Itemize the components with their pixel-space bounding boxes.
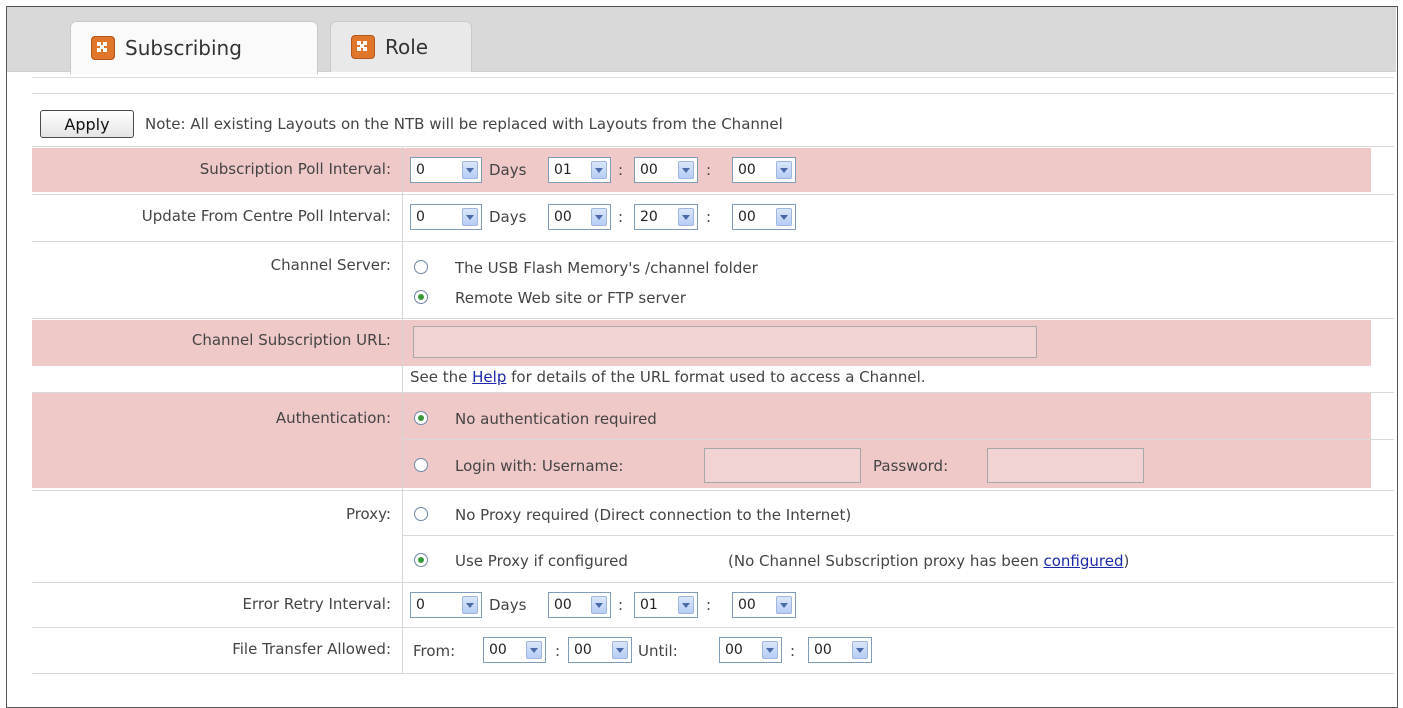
password-input[interactable] <box>987 448 1144 483</box>
column-divider <box>402 147 403 673</box>
row-divider <box>32 490 1394 491</box>
file-transfer-label: File Transfer Allowed: <box>232 640 391 658</box>
login-label: Login with: Username: <box>455 457 624 475</box>
channel-server-remote-label: Remote Web site or FTP server <box>455 289 686 307</box>
app-icon <box>91 36 115 60</box>
row-divider <box>32 93 1394 94</box>
retry-days-select[interactable]: 0 <box>410 592 482 618</box>
chevron-down-icon <box>591 161 607 179</box>
row-divider <box>32 241 1394 242</box>
use-proxy-label: Use Proxy if configured <box>455 552 628 570</box>
tab-label: Subscribing <box>125 36 242 60</box>
channel-server-remote-radio[interactable] <box>414 290 428 304</box>
retry-minutes-select[interactable]: 01 <box>634 592 698 618</box>
chevron-down-icon <box>612 641 628 659</box>
chevron-down-icon <box>591 596 607 614</box>
help-link[interactable]: Help <box>472 368 506 386</box>
until-hours-select[interactable]: 00 <box>719 637 782 663</box>
subscription-days-select[interactable]: 0 <box>410 157 482 183</box>
days-label: Days <box>489 596 527 614</box>
channel-server-label: Channel Server: <box>270 256 391 274</box>
password-label: Password: <box>873 457 949 475</box>
chevron-down-icon <box>852 641 868 659</box>
update-days-select[interactable]: 0 <box>410 204 482 230</box>
retry-seconds-select[interactable]: 00 <box>732 592 796 618</box>
row-divider <box>32 673 1394 674</box>
proxy-note: (No Channel Subscription proxy has been … <box>728 552 1130 570</box>
from-label: From: <box>413 642 456 660</box>
tab-role[interactable]: Role <box>330 21 472 72</box>
row-divider <box>32 194 1394 195</box>
until-label: Until: <box>638 642 678 660</box>
colon-separator: : <box>790 642 796 660</box>
subscription-minutes-select[interactable]: 00 <box>634 157 698 183</box>
no-proxy-radio[interactable] <box>414 507 428 521</box>
subscription-hours-select[interactable]: 01 <box>548 157 611 183</box>
no-auth-label: No authentication required <box>455 410 657 428</box>
update-hours-select[interactable]: 00 <box>548 204 611 230</box>
use-proxy-radio[interactable] <box>414 553 428 567</box>
chevron-down-icon <box>776 161 792 179</box>
row-divider <box>32 146 1394 147</box>
from-minutes-select[interactable]: 00 <box>568 637 632 663</box>
retry-hours-select[interactable]: 00 <box>548 592 611 618</box>
authentication-label: Authentication: <box>275 409 391 427</box>
subscription-poll-label: Subscription Poll Interval: <box>199 160 391 178</box>
row-divider <box>32 582 1394 583</box>
chevron-down-icon <box>776 208 792 226</box>
channel-url-label: Channel Subscription URL: <box>191 331 391 349</box>
subscription-seconds-select[interactable]: 00 <box>732 157 796 183</box>
tab-label: Role <box>385 35 429 59</box>
until-minutes-select[interactable]: 00 <box>808 637 872 663</box>
chevron-down-icon <box>678 596 694 614</box>
no-proxy-label: No Proxy required (Direct connection to … <box>455 506 852 524</box>
error-retry-label: Error Retry Interval: <box>242 595 392 613</box>
channel-url-help-text: See the Help for details of the URL form… <box>410 368 926 386</box>
configured-link[interactable]: configured <box>1043 552 1123 570</box>
no-auth-radio[interactable] <box>414 411 428 425</box>
row-divider <box>32 627 1394 628</box>
update-minutes-select[interactable]: 20 <box>634 204 698 230</box>
colon-separator: : <box>706 596 712 614</box>
update-seconds-select[interactable]: 00 <box>732 204 796 230</box>
chevron-down-icon <box>678 161 694 179</box>
colon-separator: : <box>618 161 624 179</box>
row-divider <box>402 439 1394 440</box>
days-label: Days <box>489 161 527 179</box>
chevron-down-icon <box>462 596 478 614</box>
apply-button[interactable]: Apply <box>40 110 134 138</box>
chevron-down-icon <box>462 208 478 226</box>
colon-separator: : <box>618 596 624 614</box>
chevron-down-icon <box>678 208 694 226</box>
update-poll-label: Update From Centre Poll Interval: <box>141 207 391 225</box>
row-divider <box>402 535 1394 536</box>
chevron-down-icon <box>591 208 607 226</box>
highlight-authentication <box>32 392 1371 488</box>
chevron-down-icon <box>526 641 542 659</box>
app-icon <box>351 35 375 59</box>
chevron-down-icon <box>762 641 778 659</box>
row-divider <box>32 318 1394 319</box>
username-input[interactable] <box>704 448 861 483</box>
channel-server-usb-label: The USB Flash Memory's /channel folder <box>455 259 758 277</box>
channel-url-input[interactable] <box>413 326 1037 358</box>
colon-separator: : <box>706 161 712 179</box>
colon-separator: : <box>618 208 624 226</box>
days-label: Days <box>489 208 527 226</box>
chevron-down-icon <box>462 161 478 179</box>
chevron-down-icon <box>776 596 792 614</box>
channel-server-usb-radio[interactable] <box>414 260 428 274</box>
colon-separator: : <box>555 642 561 660</box>
tab-subscribing[interactable]: Subscribing <box>70 21 318 74</box>
note-text: Note: All existing Layouts on the NTB wi… <box>145 115 783 133</box>
row-divider <box>32 392 1394 393</box>
from-hours-select[interactable]: 00 <box>483 637 546 663</box>
colon-separator: : <box>706 208 712 226</box>
login-radio[interactable] <box>414 458 428 472</box>
proxy-label: Proxy: <box>345 505 391 523</box>
